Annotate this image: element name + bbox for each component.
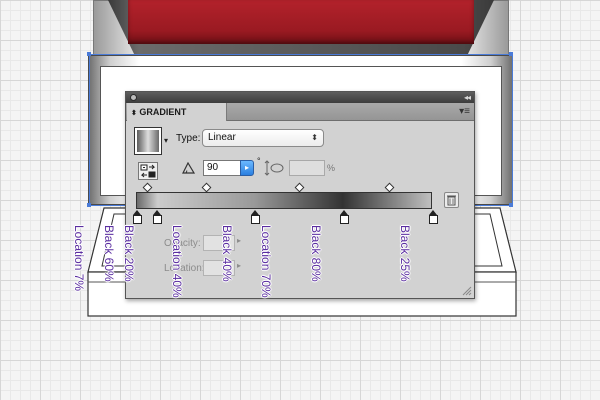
tab-gradient[interactable]: ⬍ GRADIENT [127,103,227,121]
gradient-swatch[interactable] [134,127,162,155]
stop-color-box [133,215,142,224]
selection-handle[interactable] [509,52,513,56]
artwork-red-screen [128,0,474,44]
selection-handle[interactable] [87,52,91,56]
annotation-line: Location 70% [259,225,273,298]
angle-icon [182,162,196,174]
angle-degree-symbol: ° [257,156,261,166]
aspect-percent-label: % [327,163,336,173]
panel-collapse-button[interactable]: ◂◂ [464,92,471,103]
gradient-stop[interactable] [340,210,349,224]
annotation-line: Location 40% [170,225,184,298]
annotation-line: Black 20% [122,225,136,282]
delete-stop-button[interactable] [444,192,459,208]
reverse-gradient-icon [140,164,156,178]
reverse-gradient-button[interactable] [138,162,158,180]
gradient-midpoint[interactable] [294,182,305,193]
angle-dropdown-button[interactable]: ▸ [240,160,254,176]
stop-color-box [429,215,438,224]
stop-color-box [251,215,260,224]
tab-arrows-icon: ⬍ [131,110,137,117]
stop-color-box [340,215,349,224]
aspect-ratio-icon [264,160,284,176]
select-arrows-icon: ⬍ [311,133,318,142]
stop-color-box [153,215,162,224]
type-select[interactable]: Linear ⬍ [202,129,324,147]
gradient-slider[interactable] [136,192,432,209]
annotation-line: Black 25% [398,225,412,282]
angle-input[interactable]: 90 [203,160,241,176]
gradient-stop[interactable] [429,210,438,224]
selection-handle[interactable] [509,203,513,207]
annotation-line: Black 80% [309,225,323,282]
annotation-stop-4: Black 80% Location 70% [245,225,351,298]
annotation-stop-2: Black 20% Location 7% [58,225,164,291]
gradient-stop[interactable] [153,210,162,224]
gradient-midpoint[interactable] [142,182,153,193]
annotation-stop-5: Black 25% [384,225,440,282]
annotation-line: Location 7% [72,225,86,292]
gradient-stop[interactable] [133,210,142,224]
gradient-midpoint[interactable] [384,182,395,193]
panel-close-button[interactable] [130,94,137,101]
annotation-line: Black 40% [220,225,234,282]
selection-handle[interactable] [87,203,91,207]
panel-titlebar[interactable]: ◂◂ [126,92,474,103]
gradient-stop[interactable] [251,210,260,224]
panel-tabbar: ⬍ GRADIENT ▾≡ [126,103,474,121]
trash-icon [447,195,456,206]
type-label: Type: [176,133,201,144]
panel-menu-button[interactable]: ▾≡ [459,106,470,118]
type-select-value: Linear [208,132,236,143]
swatch-dropdown-icon[interactable]: ▾ [164,136,168,145]
resize-grip-icon[interactable] [462,286,472,296]
gradient-midpoint[interactable] [201,182,212,193]
tab-gradient-label: GRADIENT [139,107,187,117]
aspect-ratio-input[interactable] [289,160,325,176]
